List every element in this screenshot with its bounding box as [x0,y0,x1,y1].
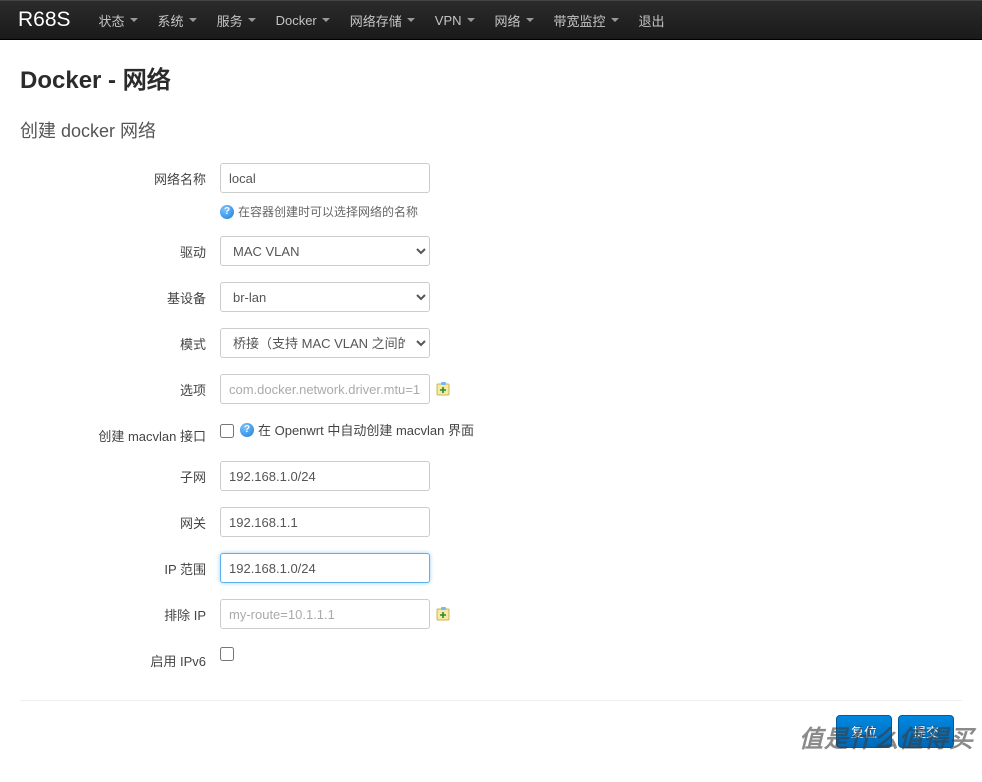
add-icon[interactable] [436,382,450,396]
label-iprange: IP 范围 [20,553,220,578]
nav-bandwidth[interactable]: 带宽监控 [544,0,629,40]
help-text: 在容器创建时可以选择网络的名称 [238,203,418,220]
row-ipv6: 启用 IPv6 [20,645,962,670]
checkbox-macvlan[interactable] [220,424,234,438]
section-title: 创建 docker 网络 [20,117,962,143]
nav-docker[interactable]: Docker [266,0,340,40]
nav-label: 系统 [158,11,184,30]
caret-icon [248,18,256,22]
label-driver: 驱动 [20,236,220,261]
row-gateway: 网关 [20,507,962,537]
label-macvlan: 创建 macvlan 接口 [20,420,220,445]
label-options: 选项 [20,374,220,399]
nav-services[interactable]: 服务 [207,0,266,40]
row-macvlan: 创建 macvlan 接口 ? 在 Openwrt 中自动创建 macvlan … [20,420,962,445]
brand[interactable]: R68S [18,8,71,32]
label-subnet: 子网 [20,461,220,486]
label-device: 基设备 [20,282,220,307]
select-device[interactable]: br-lan [220,282,430,312]
caret-icon [526,18,534,22]
row-network-name: 网络名称 ? 在容器创建时可以选择网络的名称 [20,163,962,220]
nav-label: Docker [276,13,317,28]
divider [20,700,962,701]
nav-label: 带宽监控 [554,11,606,30]
input-gateway[interactable] [220,507,430,537]
row-subnet: 子网 [20,461,962,491]
nav-label: 服务 [217,11,243,30]
content: Docker - 网络 创建 docker 网络 网络名称 ? 在容器创建时可以… [0,40,982,756]
input-subnet[interactable] [220,461,430,491]
info-icon: ? [240,423,254,437]
row-mode: 模式 桥接（支持 MAC VLAN 之间的通信） [20,328,962,358]
navbar: R68S 状态 系统 服务 Docker 网络存储 VPN 网络 带宽监控 退出 [0,0,982,40]
nav-label: VPN [435,13,462,28]
nav-label: 网络存储 [350,11,402,30]
nav-nas[interactable]: 网络存储 [340,0,425,40]
caret-icon [189,18,197,22]
row-exclude: 排除 IP [20,599,962,629]
row-device: 基设备 br-lan [20,282,962,312]
label-network-name: 网络名称 [20,163,220,188]
caret-icon [130,18,138,22]
submit-button[interactable]: 提交 [898,715,954,748]
row-iprange: IP 范围 [20,553,962,583]
row-driver: 驱动 MAC VLAN [20,236,962,266]
add-icon[interactable] [436,607,450,621]
caret-icon [407,18,415,22]
label-exclude: 排除 IP [20,599,220,624]
input-iprange[interactable] [220,553,430,583]
nav-vpn[interactable]: VPN [425,0,485,40]
input-exclude[interactable] [220,599,430,629]
help-macvlan: ? 在 Openwrt 中自动创建 macvlan 界面 [240,420,474,439]
caret-icon [611,18,619,22]
caret-icon [467,18,475,22]
select-mode[interactable]: 桥接（支持 MAC VLAN 之间的通信） [220,328,430,358]
nav-label: 状态 [99,11,125,30]
help-text: 在 Openwrt 中自动创建 macvlan 界面 [258,420,474,439]
nav-network[interactable]: 网络 [485,0,544,40]
input-options[interactable] [220,374,430,404]
actions: 复位 提交 [20,715,962,756]
label-ipv6: 启用 IPv6 [20,645,220,670]
nav-logout[interactable]: 退出 [629,0,675,40]
info-icon: ? [220,205,234,219]
label-gateway: 网关 [20,507,220,532]
page-title: Docker - 网络 [20,60,962,95]
caret-icon [322,18,330,22]
label-mode: 模式 [20,328,220,353]
nav-system[interactable]: 系统 [148,0,207,40]
checkbox-ipv6[interactable] [220,647,234,661]
select-driver[interactable]: MAC VLAN [220,236,430,266]
row-options: 选项 [20,374,962,404]
help-network-name: ? 在容器创建时可以选择网络的名称 [220,203,962,220]
nav-label: 网络 [495,11,521,30]
nav-label: 退出 [639,11,665,30]
nav-status[interactable]: 状态 [89,0,148,40]
reset-button[interactable]: 复位 [836,715,892,748]
input-network-name[interactable] [220,163,430,193]
